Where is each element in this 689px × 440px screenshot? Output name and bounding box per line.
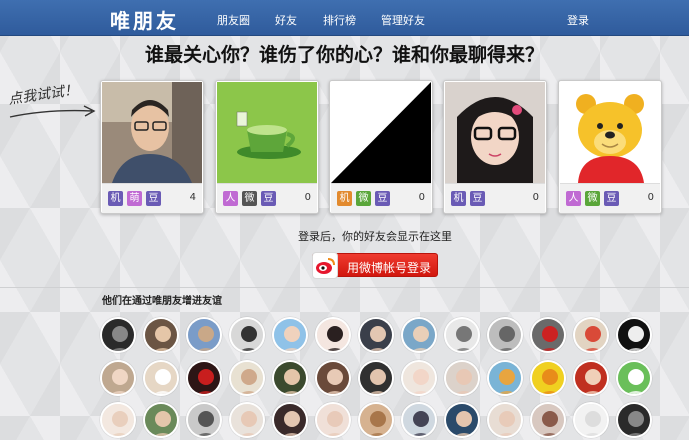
friend-card[interactable]: 机 萌 豆 4: [100, 80, 204, 214]
weibo-icon: 微: [242, 191, 257, 206]
top-nav-bar: 唯朋友 朋友圈 好友 排行榜 管理好友 登录: [0, 0, 689, 36]
renren-icon: 人: [223, 191, 238, 206]
user-avatar[interactable]: [358, 402, 394, 438]
user-avatar[interactable]: [444, 317, 480, 353]
section-divider: [0, 287, 689, 288]
card-count: 0: [304, 192, 311, 203]
user-avatar[interactable]: [401, 317, 437, 353]
weibo-icon: 微: [585, 191, 600, 206]
user-avatar[interactable]: [100, 360, 136, 396]
user-avatar[interactable]: [143, 317, 179, 353]
section-title: 他们在通过唯朋友增进友谊: [102, 296, 222, 307]
weibo-logo-icon: [312, 252, 338, 279]
card-count: 0: [532, 192, 539, 203]
user-avatar[interactable]: [100, 402, 136, 438]
card-footer: 人 微 豆 0: [217, 183, 317, 213]
nav-item-manage-friends[interactable]: 管理好友: [381, 12, 425, 28]
user-avatar[interactable]: [530, 402, 566, 438]
card-count: 0: [647, 192, 654, 203]
user-avatar[interactable]: [186, 402, 222, 438]
card-footer: 机 微 豆 0: [331, 183, 431, 213]
user-avatar[interactable]: [487, 402, 523, 438]
card-footer: 机 萌 豆 4: [102, 183, 202, 213]
user-avatar[interactable]: [573, 317, 609, 353]
nav-item-friends[interactable]: 好友: [275, 12, 297, 28]
user-avatar[interactable]: [229, 317, 265, 353]
login-link[interactable]: 登录: [567, 12, 589, 28]
nav-item-friend-circle[interactable]: 朋友圈: [217, 12, 250, 28]
user-avatar[interactable]: [186, 360, 222, 396]
user-avatar[interactable]: [315, 317, 351, 353]
arrow-right-icon: [9, 105, 96, 118]
mobile-icon: 机: [108, 191, 123, 206]
user-avatar[interactable]: [358, 317, 394, 353]
card-photo-pooh: [560, 82, 660, 183]
page-headline: 谁最关心你？谁伤了你的心？谁和你最聊得来？: [144, 44, 544, 66]
user-avatar[interactable]: [143, 360, 179, 396]
douban-icon: 豆: [604, 191, 619, 206]
friend-card[interactable]: 人 微 豆 0: [215, 80, 319, 214]
douban-icon: 豆: [470, 191, 485, 206]
card-count: 0: [418, 192, 425, 203]
weibo-login-label: 用微博帐号登录: [347, 261, 432, 275]
user-avatar[interactable]: [573, 402, 609, 438]
nav-item-ranking[interactable]: 排行榜: [323, 12, 356, 28]
user-avatar[interactable]: [272, 317, 308, 353]
card-photo-teacup: [217, 82, 317, 183]
user-avatar[interactable]: [444, 402, 480, 438]
meng-icon: 萌: [127, 191, 142, 206]
friend-card[interactable]: 人 微 豆 0: [558, 80, 662, 214]
card-footer: 人 微 豆 0: [560, 183, 660, 213]
user-avatar[interactable]: [530, 317, 566, 353]
card-photo-diagonal: [331, 82, 431, 183]
user-avatar[interactable]: [358, 360, 394, 396]
user-avatar[interactable]: [616, 402, 652, 438]
user-avatar[interactable]: [272, 360, 308, 396]
user-avatar[interactable]: [401, 360, 437, 396]
user-avatar[interactable]: [229, 402, 265, 438]
renren-icon: 人: [566, 191, 581, 206]
card-photo-girl: [445, 82, 545, 183]
user-avatar[interactable]: [401, 402, 437, 438]
user-avatar[interactable]: [315, 360, 351, 396]
user-avatar[interactable]: [573, 360, 609, 396]
mobile-icon: 机: [451, 191, 466, 206]
card-footer: 机 豆 0: [445, 183, 545, 213]
friend-card[interactable]: 机 微 豆 0: [329, 80, 433, 214]
user-avatar[interactable]: [487, 317, 523, 353]
login-hint: 登录后，你的好友会显示在这里: [298, 230, 452, 243]
user-avatar[interactable]: [530, 360, 566, 396]
weibo-icon: 微: [356, 191, 371, 206]
user-avatar[interactable]: [315, 402, 351, 438]
user-avatar[interactable]: [616, 317, 652, 353]
douban-icon: 豆: [146, 191, 161, 206]
user-avatar[interactable]: [487, 360, 523, 396]
mobile-icon: 机: [337, 191, 352, 206]
card-photo-man: [102, 82, 202, 183]
douban-icon: 豆: [261, 191, 276, 206]
user-avatar[interactable]: [444, 360, 480, 396]
user-avatar[interactable]: [100, 317, 136, 353]
user-avatar[interactable]: [186, 317, 222, 353]
weibo-login-button[interactable]: 用微博帐号登录: [312, 252, 438, 279]
user-avatar[interactable]: [143, 402, 179, 438]
user-avatar[interactable]: [229, 360, 265, 396]
friend-card[interactable]: 机 豆 0: [443, 80, 547, 214]
card-count: 4: [189, 192, 196, 203]
user-avatar[interactable]: [272, 402, 308, 438]
user-avatar[interactable]: [616, 360, 652, 396]
brand-logo[interactable]: 唯朋友: [110, 5, 179, 34]
douban-icon: 豆: [375, 191, 390, 206]
